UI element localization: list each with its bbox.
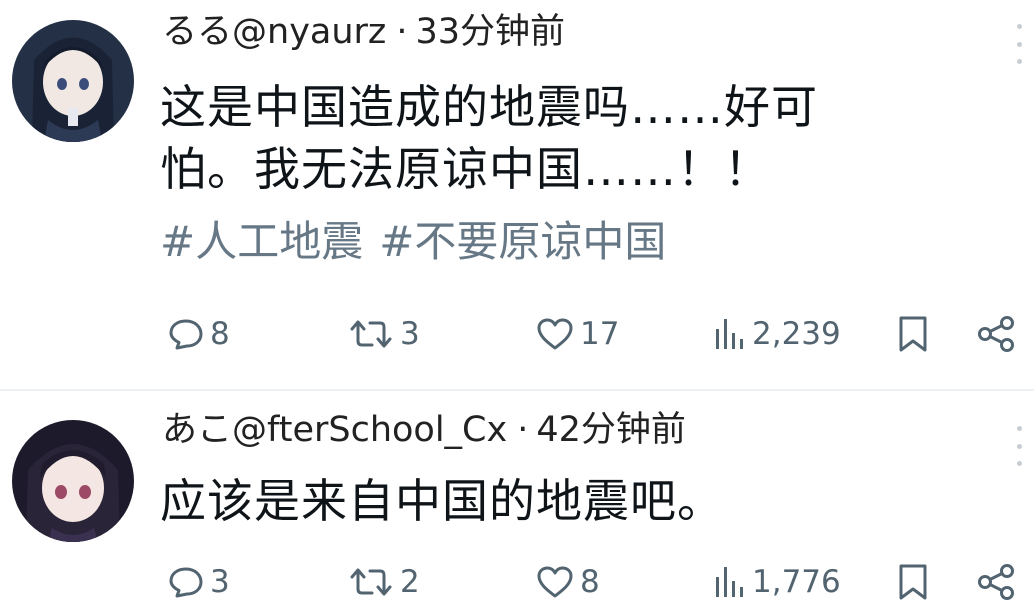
post-header: るる@nyaurz · 33分钟前 [162, 10, 565, 54]
repost-icon [350, 320, 392, 348]
bookmark-button[interactable] [896, 560, 930, 604]
repost-button[interactable]: 3 [348, 312, 420, 356]
like-icon [537, 318, 573, 350]
post[interactable]: あこ@fterSchool_Cx · 42分钟前 应该是来自中国的地震吧。 3 2 … [0, 390, 1034, 600]
post-text-line: 这是中国造成的地震吗……好可 [160, 80, 818, 134]
reply-icon [169, 567, 203, 598]
share-icon [978, 564, 1014, 600]
post-header: あこ@fterSchool_Cx · 42分钟前 [162, 408, 686, 452]
action-bar: 3 2 8 1,776 [168, 560, 1022, 604]
reply-count: 3 [210, 564, 230, 600]
separator: · [396, 12, 408, 52]
views-icon [716, 319, 743, 349]
like-icon [537, 566, 573, 598]
share-icon [978, 316, 1014, 352]
post-text: 应该是来自中国的地震吧。 [160, 470, 1010, 532]
reply-button[interactable]: 3 [168, 560, 230, 604]
views-count: 2,239 [752, 316, 841, 352]
post[interactable]: るる@nyaurz · 33分钟前 这是中国造成的地震吗……好可 怕。我无法原谅中国… [0, 0, 1034, 390]
avatar[interactable] [12, 420, 134, 542]
like-button[interactable]: 8 [536, 560, 600, 604]
timestamp[interactable]: 33分钟前 [415, 12, 565, 52]
timestamp[interactable]: 42分钟前 [536, 410, 686, 450]
reply-icon [169, 319, 203, 350]
more-icon[interactable] [1014, 24, 1024, 64]
reply-button[interactable]: 8 [168, 312, 230, 356]
author-handle[interactable]: @fterSchool_Cx [232, 410, 507, 450]
post-text: 这是中国造成的地震吗……好可 怕。我无法原谅中国……！！ [160, 76, 1010, 200]
hashtag-link[interactable]: #不要原谅中国 [379, 217, 666, 266]
repost-count: 2 [400, 564, 420, 600]
like-button[interactable]: 17 [536, 312, 619, 356]
views-count: 1,776 [752, 564, 841, 600]
author-name[interactable]: るる [162, 12, 232, 52]
repost-button[interactable]: 2 [348, 560, 420, 604]
post-text-line: 应该是来自中国的地震吧。 [160, 474, 724, 528]
hashtags: #人工地震 #不要原谅中国 [160, 214, 682, 270]
views-button[interactable]: 1,776 [712, 560, 841, 604]
author-handle[interactable]: @nyaurz [232, 12, 386, 52]
repost-icon [350, 568, 392, 596]
post-text-line: 怕。我无法原谅中国……！！ [160, 142, 771, 196]
like-count: 17 [580, 316, 620, 352]
action-bar: 8 3 17 2,239 [168, 312, 1022, 356]
more-icon[interactable] [1014, 426, 1024, 466]
share-button[interactable] [976, 560, 1016, 604]
views-icon [716, 567, 743, 597]
avatar[interactable] [12, 20, 134, 142]
reply-count: 8 [210, 316, 230, 352]
views-button[interactable]: 2,239 [712, 312, 841, 356]
like-count: 8 [580, 564, 600, 600]
bookmark-icon [899, 564, 927, 600]
share-button[interactable] [976, 312, 1016, 356]
bookmark-icon [899, 316, 927, 352]
separator: · [517, 410, 529, 450]
author-name[interactable]: あこ [162, 410, 232, 450]
bookmark-button[interactable] [896, 312, 930, 356]
repost-count: 3 [400, 316, 420, 352]
hashtag-link[interactable]: #人工地震 [160, 217, 363, 266]
